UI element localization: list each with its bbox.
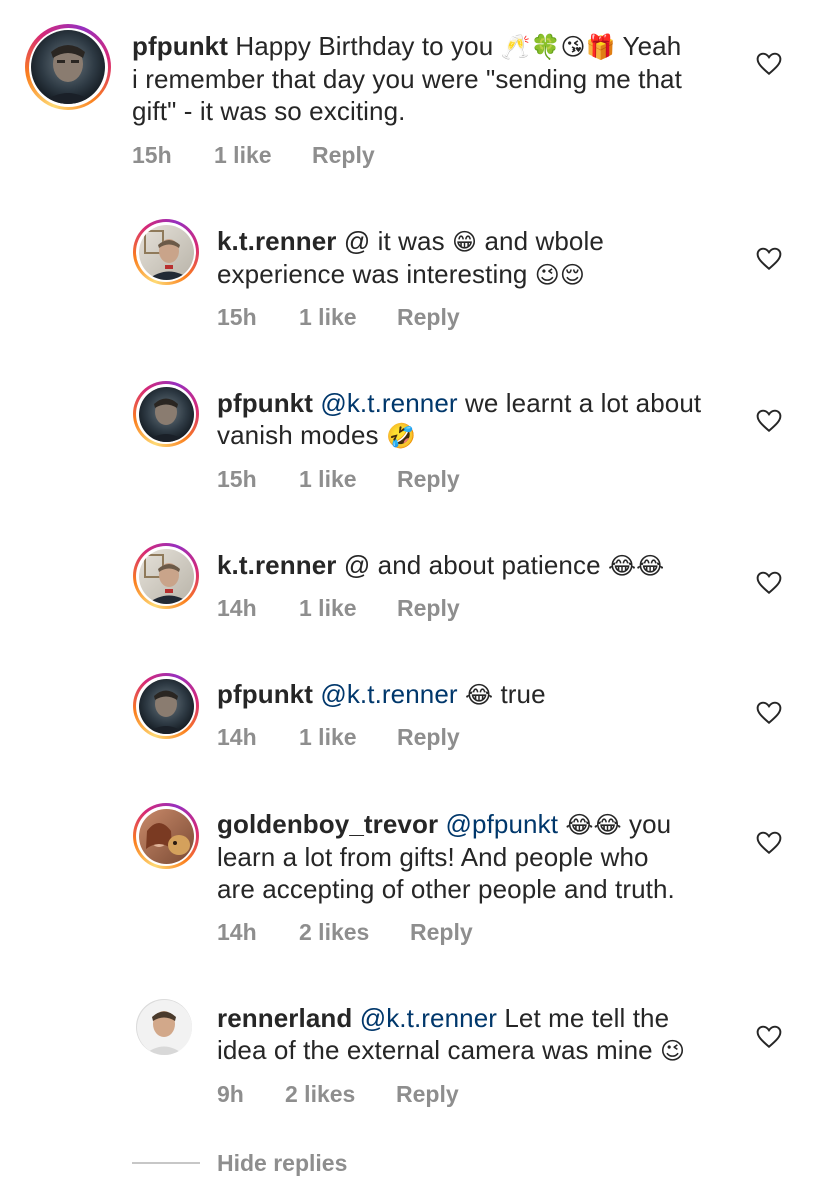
heart-outline-icon[interactable]	[756, 409, 782, 433]
comment-body: Yeah	[615, 31, 682, 61]
reply-button[interactable]: Reply	[397, 466, 460, 493]
emoji-group: 🤣	[385, 422, 416, 450]
comment-body: @	[343, 550, 371, 580]
comment-body: idea of the external camera was mine	[217, 1035, 661, 1065]
reply-button[interactable]: Reply	[396, 1081, 459, 1108]
heart-outline-icon[interactable]	[756, 1025, 782, 1049]
username[interactable]: k.t.renner	[217, 226, 337, 256]
avatar[interactable]	[133, 381, 199, 447]
heart-outline-icon[interactable]	[756, 247, 782, 271]
comment-text: pfpunkt @k.t.renner 😂 true	[217, 678, 737, 711]
emoji-group: 😉	[660, 1037, 686, 1065]
avatar[interactable]	[133, 673, 199, 739]
user-photo	[138, 678, 194, 734]
likes-count[interactable]: 1 like	[299, 466, 397, 493]
emoji-group: 😁	[452, 228, 478, 256]
comment-text: rennerland @k.t.renner Let me tell the i…	[217, 1002, 737, 1067]
comment-text: goldenboy_trevor @pfpunkt 😂😂 you learn a…	[217, 808, 737, 905]
user-photo	[136, 999, 192, 1055]
emoji-group: 😂😂	[565, 811, 622, 839]
comment-body: you	[621, 809, 672, 839]
comment-body: learn a lot from gifts! And people who	[217, 842, 649, 872]
likes-count[interactable]: 1 like	[299, 595, 397, 622]
avatar[interactable]	[133, 543, 199, 609]
timestamp: 14h	[217, 724, 257, 750]
likes-count[interactable]: 2 likes	[299, 919, 410, 946]
timestamp: 15h	[217, 304, 257, 330]
heart-outline-icon[interactable]	[756, 52, 782, 76]
comment-text: k.t.renner @ it was 😁 and wbole experien…	[217, 225, 737, 291]
comment-body: gift" - it was so exciting.	[132, 96, 406, 126]
timestamp: 15h	[217, 466, 257, 492]
comment-body: vanish modes	[217, 420, 386, 450]
comment-meta: 15h 1 like Reply	[217, 466, 460, 493]
user-photo	[138, 224, 194, 280]
username[interactable]: rennerland	[217, 1003, 352, 1033]
mention-link[interactable]: @k.t.renner	[360, 1003, 497, 1033]
timestamp: 15h	[132, 142, 172, 168]
comment-body: it was	[370, 226, 453, 256]
user-photo	[31, 30, 105, 104]
comment-body: and wbole	[477, 226, 604, 256]
comment-body: experience was interesting	[217, 259, 535, 289]
avatar[interactable]	[25, 24, 111, 110]
emoji-group: 🥂🍀😘🎁	[500, 33, 616, 61]
comment-body: true	[493, 679, 546, 709]
reply-button[interactable]: Reply	[397, 304, 460, 331]
likes-count[interactable]: 1 like	[214, 142, 312, 169]
replies-divider	[132, 1162, 200, 1164]
emoji-group: 😉😌	[534, 261, 586, 289]
comment-text: pfpunkt @k.t.renner we learnt a lot abou…	[217, 387, 737, 452]
comment-body: @	[343, 226, 371, 256]
timestamp: 9h	[217, 1081, 244, 1107]
heart-outline-icon[interactable]	[756, 831, 782, 855]
user-photo	[138, 386, 194, 442]
comment-body: Happy Birthday to you	[235, 31, 494, 61]
mention-link[interactable]: @pfpunkt	[446, 809, 558, 839]
heart-outline-icon[interactable]	[756, 701, 782, 725]
avatar[interactable]	[133, 803, 199, 869]
comment-meta: 14h 1 like Reply	[217, 595, 460, 622]
comment-text: k.t.renner @ and about patience 😂😂	[217, 549, 737, 582]
comment-body: we learnt a lot about	[457, 388, 702, 418]
mention-link[interactable]: @k.t.renner	[320, 388, 457, 418]
mention-link[interactable]: @k.t.renner	[320, 679, 457, 709]
comment-body: are accepting of other people and truth.	[217, 874, 675, 904]
timestamp: 14h	[217, 595, 257, 621]
username[interactable]: pfpunkt	[217, 679, 313, 709]
avatar[interactable]	[136, 999, 192, 1055]
hide-replies-button[interactable]: Hide replies	[217, 1150, 347, 1177]
comment-text: pfpunkt Happy Birthday to you 🥂🍀😘🎁 Yeah …	[132, 30, 742, 127]
comment-meta: 9h 2 likes Reply	[217, 1081, 459, 1108]
likes-count[interactable]: 1 like	[299, 724, 397, 751]
user-photo	[138, 808, 194, 864]
reply-button[interactable]: Reply	[410, 919, 473, 946]
comment-meta: 14h 1 like Reply	[217, 724, 460, 751]
username[interactable]: goldenboy_trevor	[217, 809, 438, 839]
comment-meta: 14h 2 likes Reply	[217, 919, 473, 946]
comment-body: and about patience	[370, 550, 608, 580]
comment-meta: 15h 1 like Reply	[217, 304, 460, 331]
avatar[interactable]	[133, 219, 199, 285]
emoji-group: 😂	[465, 681, 494, 709]
reply-button[interactable]: Reply	[312, 142, 375, 169]
comment-meta: 15h 1 like Reply	[132, 142, 375, 169]
reply-button[interactable]: Reply	[397, 724, 460, 751]
username[interactable]: k.t.renner	[217, 550, 337, 580]
username[interactable]: pfpunkt	[132, 31, 228, 61]
username[interactable]: pfpunkt	[217, 388, 313, 418]
user-photo	[138, 548, 194, 604]
likes-count[interactable]: 1 like	[299, 304, 397, 331]
timestamp: 14h	[217, 919, 257, 945]
likes-count[interactable]: 2 likes	[285, 1081, 396, 1108]
comment-body: Let me tell the	[497, 1003, 670, 1033]
comment-body: i remember that day you were "sending me…	[132, 64, 682, 94]
heart-outline-icon[interactable]	[756, 571, 782, 595]
emoji-group: 😂😂	[607, 552, 665, 580]
reply-button[interactable]: Reply	[397, 595, 460, 622]
